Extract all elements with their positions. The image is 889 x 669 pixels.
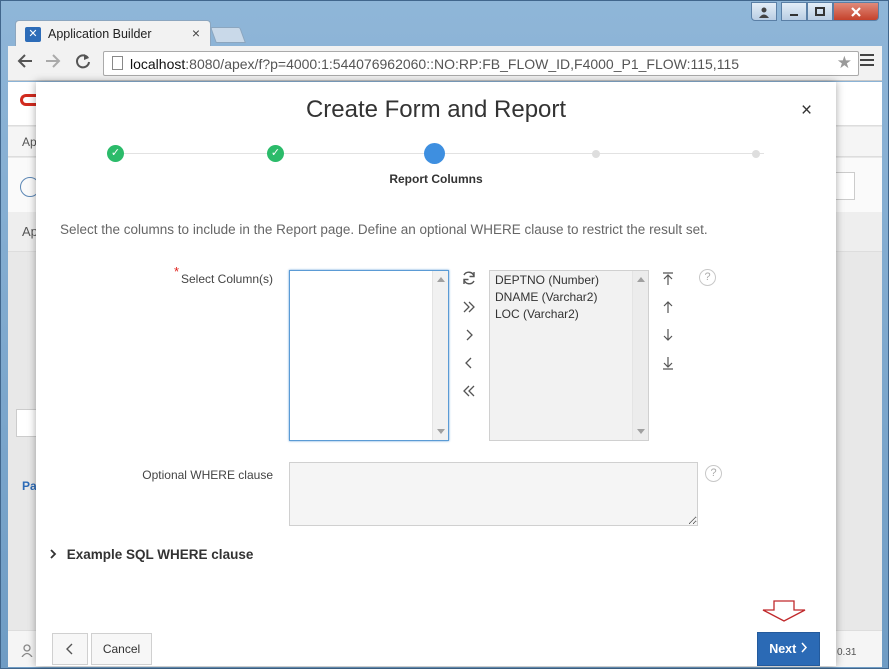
move-top-icon[interactable] [657, 270, 679, 292]
down-arrow-annotation-icon [762, 600, 806, 622]
browser-menu-icon[interactable] [860, 54, 874, 68]
move-down-icon[interactable] [657, 326, 679, 348]
step-complete-check-icon: ✓ [107, 145, 124, 162]
list-item[interactable]: LOC (Varchar2) [495, 307, 579, 321]
select-columns-label: Select Column(s) [180, 272, 273, 286]
selected-columns-list[interactable]: DEPTNO (Number) DNAME (Varchar2) LOC (Va… [489, 270, 649, 441]
next-label: Next [769, 642, 797, 656]
list-item[interactable]: DEPTNO (Number) [495, 273, 599, 287]
forward-arrow-icon[interactable] [44, 52, 62, 75]
current-step-label: Report Columns [389, 172, 483, 186]
maximize-button[interactable] [807, 2, 833, 21]
move-right-icon[interactable] [457, 326, 481, 348]
dialog-close-icon[interactable]: × [801, 100, 812, 122]
cancel-button[interactable]: Cancel [91, 633, 152, 665]
step-complete-check-icon: ✓ [267, 145, 284, 162]
move-up-icon[interactable] [657, 298, 679, 320]
user-profile-button[interactable] [751, 2, 777, 21]
url-text: localhost:8080/apex/f?p=4000:1:544076962… [130, 56, 740, 72]
available-columns-list[interactable] [289, 270, 449, 441]
chevron-right-icon [801, 642, 807, 653]
new-tab-button[interactable] [210, 27, 246, 43]
move-all-left-icon[interactable] [457, 382, 481, 404]
browser-tab[interactable]: ✕ Application Builder × [15, 20, 211, 47]
minimize-button[interactable] [781, 2, 807, 21]
help-icon[interactable]: ? [699, 269, 716, 286]
step-future-indicator [752, 150, 760, 158]
reload-icon[interactable] [74, 52, 92, 75]
tab-close-icon[interactable]: × [192, 25, 200, 41]
example-sql-where-toggle[interactable]: Example SQL WHERE clause [49, 547, 253, 562]
page-icon [112, 56, 123, 70]
where-clause-label: Optional WHERE clause [142, 468, 273, 482]
back-arrow-icon[interactable] [16, 52, 34, 75]
scrollbar[interactable] [432, 271, 448, 440]
move-left-icon[interactable] [457, 354, 481, 376]
previous-button[interactable] [52, 633, 88, 665]
move-all-right-icon[interactable] [457, 298, 481, 320]
bg-user-icon [21, 644, 33, 660]
bookmark-star-icon[interactable]: ★ [837, 53, 852, 73]
list-item[interactable]: DNAME (Varchar2) [495, 290, 597, 304]
next-button[interactable]: Next [757, 632, 820, 666]
title-bar: ✕ Application Builder × [1, 1, 888, 47]
bg-link: Pa [22, 479, 37, 493]
bg-input [833, 172, 855, 200]
move-bottom-icon[interactable] [657, 354, 679, 376]
step-current-indicator [424, 143, 445, 164]
tab-title: Application Builder [48, 27, 152, 41]
reset-icon[interactable] [457, 270, 481, 292]
step-future-indicator [592, 150, 600, 158]
chevron-right-icon [49, 547, 63, 562]
scrollbar[interactable] [632, 271, 648, 440]
bg-version-text: 0.31 [837, 647, 857, 658]
bg-crumb: Ap [22, 135, 37, 149]
instructions-text: Select the columns to include in the Rep… [60, 222, 708, 237]
example-section-title: Example SQL WHERE clause [66, 547, 254, 562]
help-icon[interactable]: ? [705, 465, 722, 482]
window-close-button[interactable] [833, 2, 879, 21]
apex-app-icon: ✕ [25, 27, 41, 42]
browser-toolbar: localhost:8080/apex/f?p=4000:1:544076962… [8, 46, 882, 81]
create-form-report-dialog: Create Form and Report × ✓ ✓ Report Colu… [36, 82, 836, 666]
dialog-title: Create Form and Report [305, 96, 567, 123]
where-clause-input[interactable] [289, 462, 698, 526]
address-bar[interactable]: localhost:8080/apex/f?p=4000:1:544076962… [103, 51, 859, 76]
